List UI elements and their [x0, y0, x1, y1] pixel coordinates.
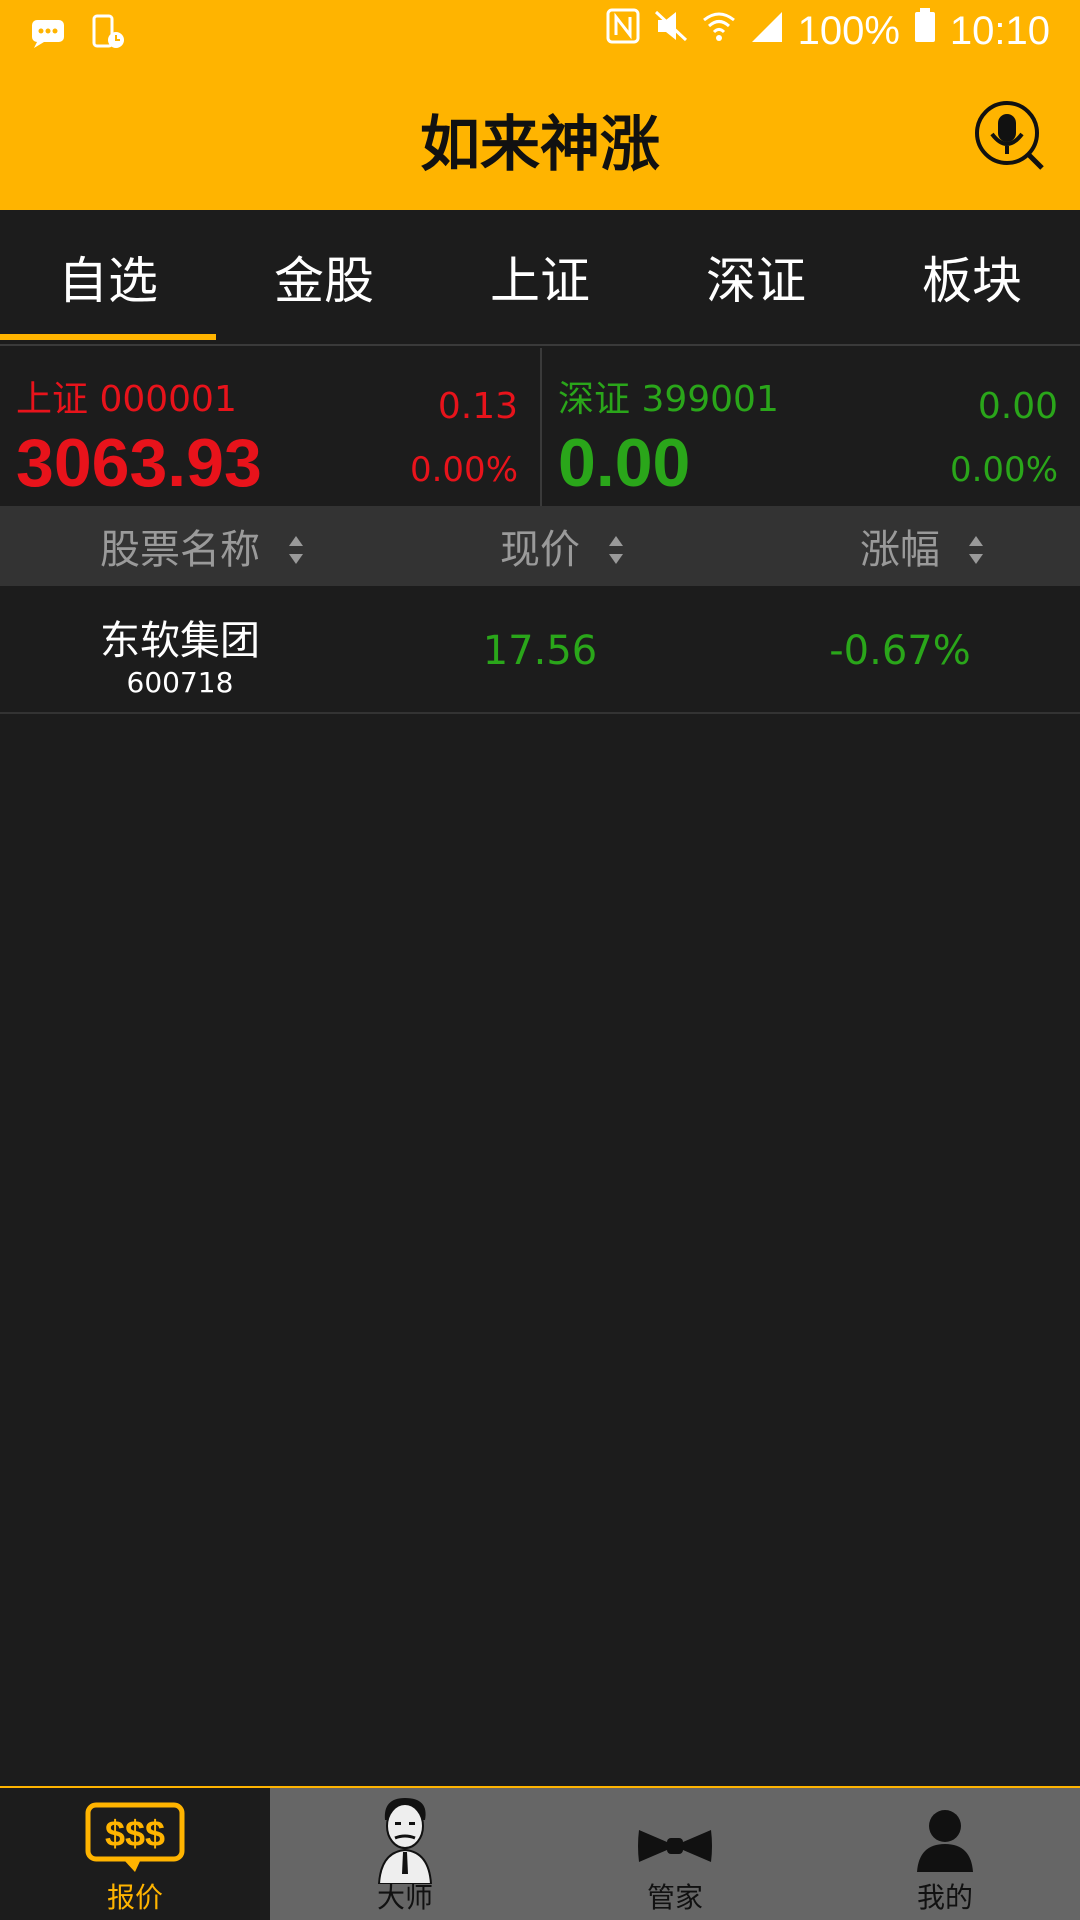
column-price[interactable]: 现价 [500, 506, 624, 586]
index-change: 0.13 [437, 386, 518, 427]
stock-name: 东软集团 [100, 618, 260, 664]
index-value: 3063.93 [16, 425, 262, 501]
bottom-nav: $$$ 报价 大师 管家 我的 [0, 1786, 1080, 1920]
bowtie-icon [635, 1824, 715, 1875]
table-header: 股票名称 现价 涨幅 [0, 506, 1080, 586]
nfc-icon [606, 8, 640, 54]
status-bar: 100% 10:10 [0, 0, 1080, 66]
index-change: 0.00 [977, 386, 1058, 427]
stock-price: 17.56 [482, 628, 598, 674]
app-header: 如来神涨 [0, 66, 1080, 210]
dollar-quote-icon: $$$ [85, 1802, 185, 1881]
tab-sectors[interactable]: 板块 [864, 210, 1080, 344]
index-name: 深证 399001 [558, 379, 779, 420]
stock-code: 600718 [126, 666, 234, 699]
mute-icon [654, 8, 688, 54]
sort-icon [288, 530, 304, 564]
stock-change-percent: -0.67% [829, 628, 971, 674]
user-icon [915, 1808, 975, 1881]
column-label: 股票名称 [100, 527, 260, 573]
column-label: 现价 [500, 527, 580, 573]
shenzhen-index-card[interactable]: 深证 399001 0.00 0.00 0.00% [540, 348, 1080, 506]
table-row[interactable]: 东软集团 600718 17.56 -0.67% [0, 586, 1080, 714]
voice-search-icon[interactable] [974, 100, 1046, 172]
column-change[interactable]: 涨幅 [860, 506, 984, 586]
nav-master[interactable]: 大师 [270, 1788, 540, 1920]
index-percent: 0.00% [409, 450, 518, 490]
battery-icon [914, 8, 936, 54]
wifi-icon [702, 8, 736, 54]
tab-shenzhen[interactable]: 深证 [648, 210, 864, 344]
message-icon [30, 14, 66, 54]
nav-label: 我的 [916, 1881, 973, 1914]
market-tabs: 自选 金股 上证 深证 板块 [0, 210, 1080, 346]
sort-icon [608, 530, 624, 564]
column-stock-name[interactable]: 股票名称 [100, 506, 304, 586]
nav-label: 报价 [106, 1881, 163, 1914]
battery-percent: 100% [797, 8, 900, 53]
signal-icon [750, 8, 784, 54]
nav-mine[interactable]: 我的 [810, 1788, 1080, 1920]
shanghai-index-card[interactable]: 上证 000001 0.13 3063.93 0.00% [0, 348, 540, 506]
tab-gold-stocks[interactable]: 金股 [216, 210, 432, 344]
tab-shanghai[interactable]: 上证 [432, 210, 648, 344]
master-face-icon [373, 1794, 437, 1891]
nav-label: 管家 [646, 1881, 703, 1914]
index-value: 0.00 [558, 425, 691, 501]
page-title: 如来神涨 [420, 110, 660, 180]
index-summary: 上证 000001 0.13 3063.93 0.00% 深证 399001 0… [0, 348, 1080, 506]
svg-text:$$$: $$$ [105, 1813, 165, 1854]
index-percent: 0.00% [949, 450, 1058, 490]
nav-butler[interactable]: 管家 [540, 1788, 810, 1920]
nav-quotes[interactable]: $$$ 报价 [0, 1788, 270, 1920]
index-name: 上证 000001 [16, 379, 237, 420]
column-label: 涨幅 [860, 527, 940, 573]
tab-watchlist[interactable]: 自选 [0, 210, 216, 344]
clock: 10:10 [949, 8, 1050, 53]
sort-icon [968, 530, 984, 564]
phone-schedule-icon [90, 14, 126, 54]
